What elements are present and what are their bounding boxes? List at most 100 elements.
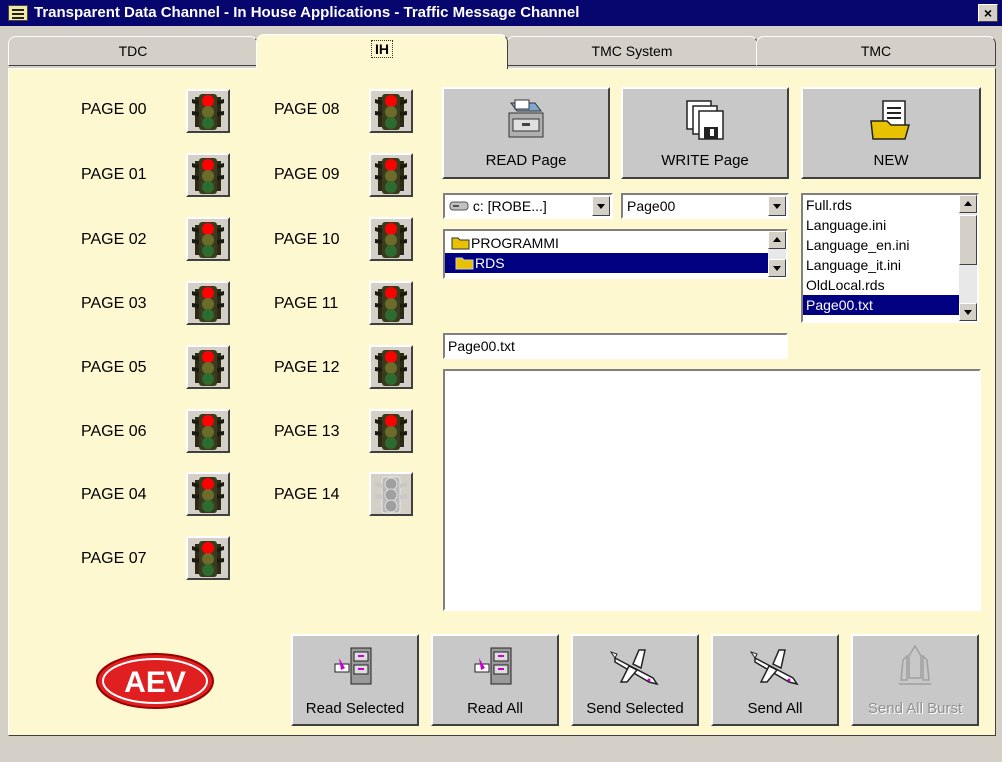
- file-item[interactable]: OldLocal.rds: [803, 275, 977, 295]
- tab-tdc[interactable]: TDC: [8, 36, 258, 66]
- scroll-up-arrow-icon[interactable]: [959, 195, 977, 213]
- send-all-burst-button[interactable]: Send All Burst: [851, 634, 979, 726]
- tab-label: TDC: [118, 43, 148, 59]
- folder-item-label: RDS: [475, 255, 505, 271]
- new-folder-document-icon: [870, 100, 910, 140]
- window-title: Transparent Data Channel - In House Appl…: [34, 4, 580, 21]
- page-10-traffic-light-button[interactable]: [369, 217, 413, 261]
- tab-tmc-system[interactable]: TMC System: [506, 36, 758, 66]
- page-label: PAGE 04: [81, 486, 147, 503]
- traffic-light-disabled-icon: [375, 476, 407, 514]
- title-bar: Transparent Data Channel - In House Appl…: [0, 0, 1002, 26]
- traffic-light-red-icon: [192, 94, 224, 130]
- tab-strip: TDC IH TMC System TMC: [0, 26, 1002, 69]
- page-04-traffic-light-button[interactable]: [186, 472, 230, 516]
- folder-list[interactable]: PROGRAMMI RDS: [443, 229, 788, 279]
- page-label: PAGE 02: [81, 231, 147, 248]
- file-list[interactable]: Full.rds Language.ini Language_en.ini La…: [801, 193, 979, 323]
- traffic-light-red-icon: [192, 222, 224, 258]
- page-09-traffic-light-button[interactable]: [369, 153, 413, 197]
- traffic-light-red-icon: [192, 158, 224, 194]
- aev-logo-text: AEV: [124, 666, 186, 699]
- traffic-light-red-icon: [375, 350, 407, 386]
- file-item[interactable]: Language_it.ini: [803, 255, 977, 275]
- scroll-down-arrow-icon[interactable]: [959, 303, 977, 321]
- traffic-light-red-icon: [192, 414, 224, 450]
- drive-select-value: c: [ROBE...]: [472, 198, 547, 214]
- page-14-traffic-light-button[interactable]: [369, 472, 413, 516]
- traffic-light-red-icon: [375, 94, 407, 130]
- page-11-traffic-light-button[interactable]: [369, 281, 413, 325]
- write-page-button[interactable]: WRITE Page: [621, 87, 789, 179]
- page-05-traffic-light-button[interactable]: [186, 345, 230, 389]
- new-button[interactable]: NEW: [801, 87, 981, 179]
- airplane-send-icon: [749, 649, 799, 686]
- chevron-down-icon[interactable]: [768, 196, 786, 216]
- file-cabinet-read-icon: [508, 99, 544, 138]
- file-item[interactable]: Language_en.ini: [803, 235, 977, 255]
- page-content-textarea[interactable]: [443, 369, 981, 611]
- page-06-traffic-light-button[interactable]: [186, 409, 230, 453]
- close-button[interactable]: ×: [978, 4, 998, 22]
- page-03-traffic-light-button[interactable]: [186, 281, 230, 325]
- open-folder-icon: [455, 257, 474, 270]
- read-page-button[interactable]: READ Page: [442, 87, 610, 179]
- page-label: PAGE 01: [81, 166, 147, 183]
- traffic-light-red-icon: [192, 286, 224, 322]
- send-all-burst-label: Send All Burst: [867, 700, 963, 717]
- page-00-traffic-light-button[interactable]: [186, 89, 230, 133]
- filename-field[interactable]: Page00.txt: [443, 333, 788, 359]
- traffic-light-red-icon: [192, 350, 224, 386]
- app-notepad-icon: [8, 5, 28, 21]
- read-selected-label: Read Selected: [305, 700, 405, 717]
- page-select-value: Page00: [627, 198, 676, 214]
- scroll-down-arrow-icon[interactable]: [768, 259, 786, 277]
- send-all-label: Send All: [747, 700, 803, 717]
- page-label: PAGE 11: [274, 295, 339, 312]
- file-item[interactable]: Language.ini: [803, 215, 977, 235]
- page-label: PAGE 05: [81, 359, 147, 376]
- read-selected-button[interactable]: Read Selected: [291, 634, 419, 726]
- folder-item-label: PROGRAMMI: [471, 235, 559, 251]
- file-list-scrollbar[interactable]: [959, 195, 977, 321]
- file-item-selected[interactable]: Page00.txt: [803, 295, 959, 315]
- page-label: PAGE 12: [274, 359, 340, 376]
- send-all-button[interactable]: Send All: [711, 634, 839, 726]
- page-label: PAGE 03: [81, 295, 147, 312]
- file-cabinet-read-icon: [334, 647, 372, 685]
- page-label: PAGE 08: [274, 101, 340, 118]
- tab-label: IH: [371, 40, 393, 58]
- page-select[interactable]: Page00: [621, 193, 789, 219]
- page-01-traffic-light-button[interactable]: [186, 153, 230, 197]
- app-window: Transparent Data Channel - In House Appl…: [0, 0, 1002, 762]
- ih-panel: PAGE 00 PAGE 01 PAGE 02 PAGE 03 PAGE 05 …: [8, 68, 996, 736]
- tab-ih[interactable]: IH: [256, 34, 508, 69]
- send-selected-button[interactable]: Send Selected: [571, 634, 699, 726]
- read-all-button[interactable]: Read All: [431, 634, 559, 726]
- drive-select[interactable]: c: [ROBE...]: [443, 193, 613, 219]
- page-13-traffic-light-button[interactable]: [369, 409, 413, 453]
- traffic-light-red-icon: [375, 414, 407, 450]
- traffic-light-red-icon: [192, 477, 224, 513]
- page-label: PAGE 09: [274, 166, 340, 183]
- aev-logo: AEV: [95, 652, 215, 710]
- folder-list-scrollbar[interactable]: [768, 231, 786, 277]
- chevron-down-icon[interactable]: [592, 196, 610, 216]
- page-label: PAGE 14: [274, 486, 340, 503]
- page-label: PAGE 00: [81, 101, 147, 118]
- write-page-label: WRITE Page: [661, 152, 749, 169]
- folder-item[interactable]: PROGRAMMI: [445, 233, 786, 253]
- folder-item-selected[interactable]: RDS: [445, 253, 768, 273]
- traffic-light-red-icon: [375, 286, 407, 322]
- scrollbar-thumb[interactable]: [959, 215, 977, 265]
- page-02-traffic-light-button[interactable]: [186, 217, 230, 261]
- file-item[interactable]: Full.rds: [803, 195, 977, 215]
- page-12-traffic-light-button[interactable]: [369, 345, 413, 389]
- tab-tmc[interactable]: TMC: [756, 36, 996, 66]
- traffic-light-red-icon: [375, 158, 407, 194]
- space-shuttle-burst-icon: [899, 644, 931, 685]
- scroll-up-arrow-icon[interactable]: [768, 231, 786, 249]
- page-08-traffic-light-button[interactable]: [369, 89, 413, 133]
- page-07-traffic-light-button[interactable]: [186, 536, 230, 580]
- open-folder-icon: [451, 237, 470, 250]
